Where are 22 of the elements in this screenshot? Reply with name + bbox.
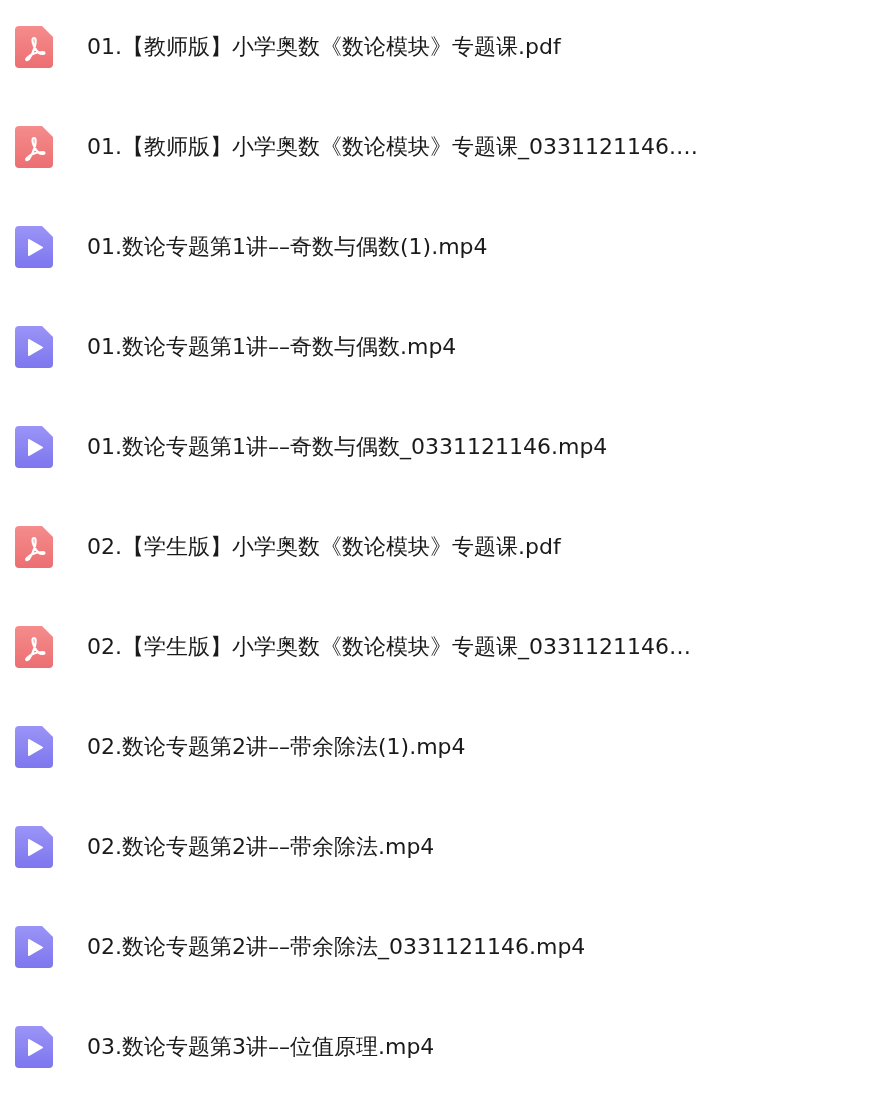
video-file-icon [15,226,53,268]
file-name[interactable]: 01.【教师版】小学奥数《数论模块》专题课.pdf [87,32,561,62]
file-name[interactable]: 02.数论专题第2讲––带余除法.mp4 [87,832,435,862]
pdf-file-icon [15,126,53,168]
file-name[interactable]: 01.数论专题第1讲––奇数与偶数_0331121146.mp4 [87,432,608,462]
video-file-icon [15,726,53,768]
file-name[interactable]: 03.数论专题第3讲––位值原理.mp4 [87,1032,435,1062]
video-file-icon [15,826,53,868]
file-name[interactable]: 02.数论专题第2讲––带余除法_0331121146.mp4 [87,932,586,962]
file-name[interactable]: 01.数论专题第1讲––奇数与偶数(1).mp4 [87,232,488,262]
file-name[interactable]: 02.数论专题第2讲––带余除法(1).mp4 [87,732,466,762]
file-name[interactable]: 01.数论专题第1讲––奇数与偶数.mp4 [87,332,457,362]
video-file-icon [15,926,53,968]
pdf-file-icon [15,526,53,568]
video-file-icon [15,326,53,368]
pdf-file-icon [15,626,53,668]
video-file-icon [15,1026,53,1068]
pdf-file-icon [15,26,53,68]
file-name[interactable]: 01.【教师版】小学奥数《数论模块》专题课_0331121146.… [87,132,698,162]
file-name[interactable]: 02.【学生版】小学奥数《数论模块》专题课.pdf [87,532,561,562]
video-file-icon [15,426,53,468]
file-name[interactable]: 02.【学生版】小学奥数《数论模块》专题课_0331121146… [87,632,691,662]
